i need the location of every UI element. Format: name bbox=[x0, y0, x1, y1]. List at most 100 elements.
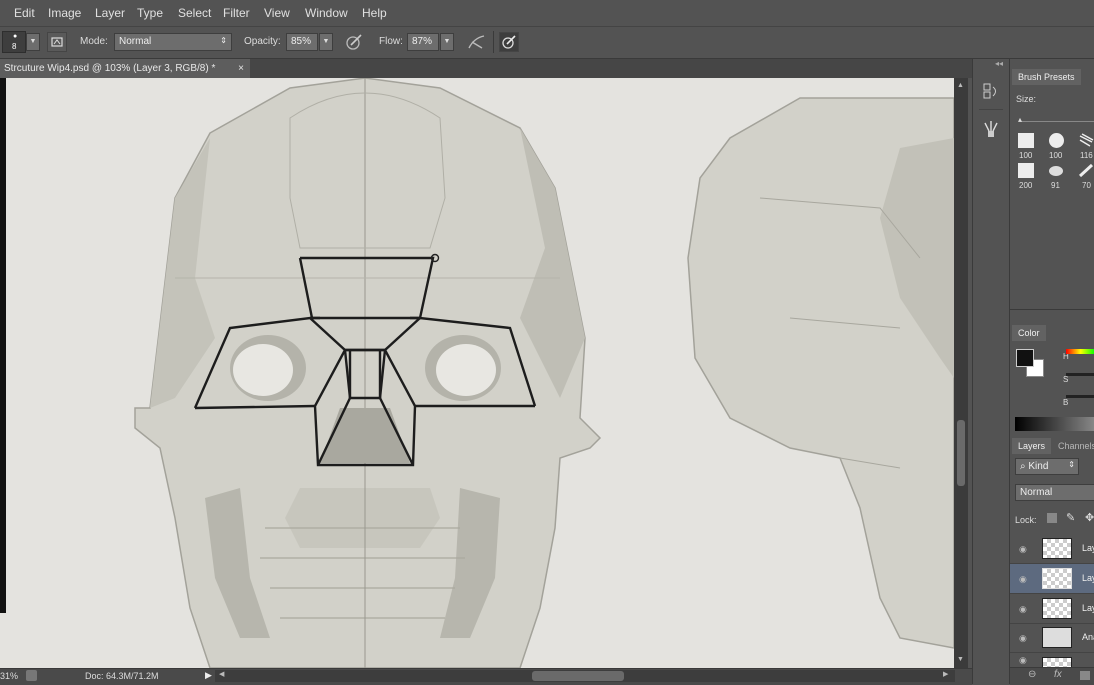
divider bbox=[493, 31, 494, 53]
zoom-level[interactable]: 31% bbox=[0, 671, 18, 681]
document-tab-bar: Strcuture Wip4.psd @ 103% (Layer 3, RGB/… bbox=[0, 59, 972, 78]
layer-row-selected[interactable]: ◉ Lay bbox=[1010, 564, 1094, 594]
preset-size: 116 bbox=[1080, 151, 1093, 160]
layer-blend-mode-select[interactable]: Normal bbox=[1015, 484, 1094, 501]
lock-transparency-icon[interactable] bbox=[1047, 513, 1057, 523]
eye-icon[interactable]: ◉ bbox=[1019, 633, 1027, 644]
menu-bar: Edit Image Layer Type Select Filter View… bbox=[0, 0, 1094, 27]
brightness-slider[interactable] bbox=[1066, 395, 1094, 398]
collapse-icon[interactable]: ◂◂ bbox=[995, 59, 1003, 68]
saturation-slider[interactable] bbox=[1066, 373, 1094, 376]
preset-size: 100 bbox=[1019, 151, 1033, 160]
preset-round-icon[interactable] bbox=[1049, 133, 1064, 148]
brush-preset-picker[interactable]: ● 8 bbox=[2, 31, 26, 53]
layer-thumbnail bbox=[1042, 568, 1072, 589]
fx-icon[interactable]: fx bbox=[1054, 669, 1062, 680]
eye-highlight-right bbox=[436, 344, 496, 396]
airbrush-icon[interactable] bbox=[466, 32, 488, 52]
eye-icon[interactable]: ◉ bbox=[1019, 655, 1027, 666]
status-menu-arrow-icon[interactable]: ▶ bbox=[205, 670, 212, 681]
brush-dot-icon: ● bbox=[13, 33, 18, 40]
flow-input[interactable]: 87% bbox=[407, 33, 439, 51]
canvas[interactable] bbox=[0, 78, 954, 668]
opacity-input[interactable]: 85% bbox=[286, 33, 318, 51]
history-icon[interactable] bbox=[981, 81, 1001, 101]
pressure-opacity-icon[interactable] bbox=[343, 32, 365, 52]
vertical-scroll-thumb[interactable] bbox=[957, 420, 965, 486]
updown-icon: ⇕ bbox=[1068, 460, 1075, 469]
pressure-size-icon[interactable] bbox=[499, 32, 519, 52]
canvas-frame-edge bbox=[0, 78, 6, 613]
kind-value: Kind bbox=[1028, 461, 1049, 472]
size-slider-track[interactable] bbox=[1020, 121, 1094, 122]
scroll-down-icon[interactable]: ▼ bbox=[957, 656, 964, 663]
menu-filter[interactable]: Filter bbox=[223, 6, 250, 20]
scroll-right-icon[interactable]: ▶ bbox=[943, 670, 948, 678]
menu-select[interactable]: Select bbox=[178, 6, 211, 20]
opacity-label: Opacity: bbox=[244, 36, 281, 47]
brush-tool-icon[interactable] bbox=[981, 119, 1001, 139]
layer-name: Lay bbox=[1082, 543, 1094, 553]
flow-dropdown[interactable]: ▼ bbox=[440, 33, 454, 51]
preset-square-icon[interactable] bbox=[1018, 133, 1034, 148]
layer-filter-kind-select[interactable]: ⌕ Kind ⇕ bbox=[1015, 458, 1079, 475]
layer-name: Lay bbox=[1082, 603, 1094, 613]
skull-drawing bbox=[0, 78, 954, 668]
preset-textured-icon[interactable] bbox=[1078, 133, 1094, 148]
divider bbox=[979, 109, 1003, 110]
hue-slider[interactable] bbox=[1066, 349, 1094, 354]
horizontal-scroll-thumb[interactable] bbox=[532, 671, 624, 681]
vertical-scrollbar[interactable]: ▲ ▼ bbox=[954, 78, 968, 668]
cheek-plane bbox=[285, 488, 440, 548]
lock-position-icon[interactable]: ✥ bbox=[1085, 511, 1094, 524]
preset-size: 200 bbox=[1019, 181, 1033, 190]
link-layers-icon[interactable]: ⊖ bbox=[1028, 669, 1036, 680]
mode-select[interactable]: Normal ⇕ bbox=[114, 33, 232, 51]
color-ramp[interactable] bbox=[1015, 417, 1094, 431]
tab-layers[interactable]: Layers bbox=[1012, 438, 1052, 454]
right-panels: Brush Presets Size: ▴ 100 100 116 200 91… bbox=[1009, 59, 1094, 685]
document-tab[interactable]: Strcuture Wip4.psd @ 103% (Layer 3, RGB/… bbox=[0, 59, 250, 78]
scroll-left-icon[interactable]: ◀ bbox=[219, 670, 224, 678]
foreground-color-swatch[interactable] bbox=[1016, 349, 1034, 367]
eye-icon[interactable]: ◉ bbox=[1019, 544, 1027, 555]
layer-row[interactable]: ◉ bbox=[1010, 653, 1094, 667]
scroll-up-icon[interactable]: ▲ bbox=[957, 82, 964, 89]
brightness-label: B bbox=[1063, 398, 1069, 407]
document-title: Strcuture Wip4.psd @ 103% (Layer 3, RGB/… bbox=[4, 63, 216, 74]
tab-channels[interactable]: Channels bbox=[1052, 438, 1094, 454]
opacity-dropdown[interactable]: ▼ bbox=[319, 33, 333, 51]
eye-highlight-left bbox=[233, 344, 293, 396]
size-slider-handle-icon[interactable]: ▴ bbox=[1018, 115, 1022, 124]
status-icon[interactable] bbox=[26, 670, 37, 681]
mode-value: Normal bbox=[119, 36, 152, 47]
preset-rock-icon[interactable] bbox=[1048, 163, 1065, 178]
layer-thumbnail bbox=[1042, 538, 1072, 559]
brush-picker-dropdown[interactable]: ▼ bbox=[26, 33, 40, 51]
preset-square-icon[interactable] bbox=[1018, 163, 1034, 178]
layer-row[interactable]: ◉ Lay bbox=[1010, 534, 1094, 564]
menu-image[interactable]: Image bbox=[48, 6, 81, 20]
tab-color[interactable]: Color bbox=[1012, 325, 1046, 341]
brush-panel-toggle-icon[interactable] bbox=[47, 32, 67, 52]
eye-icon[interactable]: ◉ bbox=[1019, 604, 1027, 615]
menu-layer[interactable]: Layer bbox=[95, 6, 125, 20]
layer-row[interactable]: ◉ Lay bbox=[1010, 594, 1094, 624]
divider bbox=[1010, 309, 1094, 310]
menu-edit[interactable]: Edit bbox=[14, 6, 35, 20]
close-icon[interactable]: × bbox=[238, 59, 244, 78]
lock-pixels-icon[interactable]: ✎ bbox=[1066, 511, 1075, 524]
layer-row[interactable]: ◉ Ana bbox=[1010, 623, 1094, 653]
layer-mask-icon[interactable] bbox=[1080, 671, 1090, 680]
doc-size: Doc: 64.3M/71.2M bbox=[85, 671, 159, 681]
menu-help[interactable]: Help bbox=[362, 6, 387, 20]
size-label: Size: bbox=[1016, 94, 1037, 104]
eye-icon[interactable]: ◉ bbox=[1019, 574, 1027, 585]
menu-type[interactable]: Type bbox=[137, 6, 163, 20]
flow-label: Flow: bbox=[379, 36, 403, 47]
menu-window[interactable]: Window bbox=[305, 6, 348, 20]
tab-brush-presets[interactable]: Brush Presets bbox=[1012, 69, 1081, 85]
layer-thumbnail bbox=[1042, 627, 1072, 648]
menu-view[interactable]: View bbox=[264, 6, 290, 20]
preset-stroke-icon[interactable] bbox=[1078, 163, 1094, 178]
